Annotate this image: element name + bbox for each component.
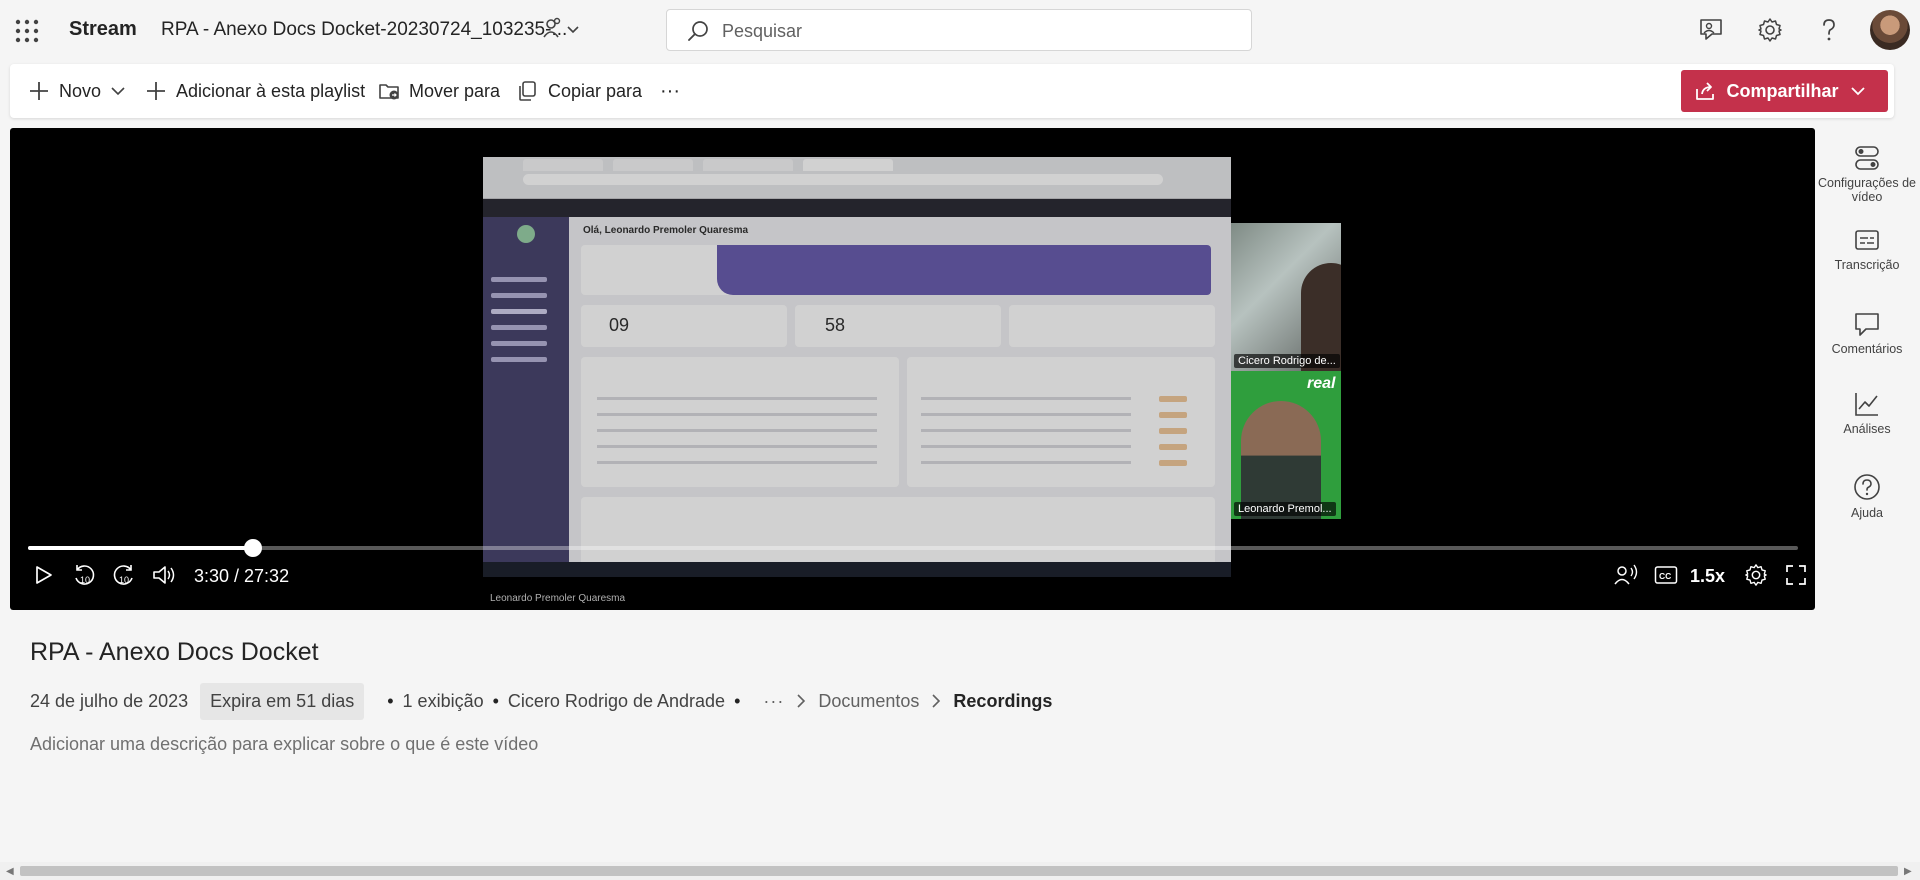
share-button[interactable]: Compartilhar [1681,70,1888,112]
shared-screen-frame: Olá, Leonardo Premoler Quaresma 09 58 [483,157,1231,577]
plus-icon [147,82,165,100]
rail-label: Transcrição [1834,258,1900,272]
rail-help[interactable]: Ajuda [1818,472,1916,520]
top-bar: Stream RPA - Anexo Docs Docket-20230724_… [0,0,1920,60]
volume-icon [153,566,175,584]
feedback-icon[interactable] [1698,17,1724,43]
author-name[interactable]: Cicero Rodrigo de Andrade [508,691,725,712]
chevron-right-icon [931,693,941,709]
search-icon [687,20,709,42]
add-to-playlist-label: Adicionar à esta playlist [176,80,366,101]
share-button-label: Compartilhar [1726,80,1839,101]
scroll-right-arrow[interactable]: ▶ [1904,866,1912,877]
scrollbar-thumb[interactable] [20,866,1898,876]
svg-text:CC: CC [1659,571,1671,581]
app-name[interactable]: Stream [69,18,137,41]
app-launcher-icon[interactable] [13,18,41,44]
help-icon [1854,474,1880,500]
captions-button[interactable]: CC [1650,560,1682,590]
speaker-icon [1614,564,1638,585]
play-icon [36,566,52,584]
video-metadata: 24 de julho de 2023 Expira em 51 dias • … [30,682,1052,720]
new-button-label: Novo [59,80,102,101]
breadcrumb-recordings[interactable]: Recordings [953,691,1052,712]
participant-name: Cicero Rodrigo de... [1234,354,1340,368]
rail-label: Ajuda [1851,506,1883,520]
closed-captions-icon: CC [1654,566,1678,584]
separator-dot: • [387,690,394,711]
rail-transcript[interactable]: Transcrição [1818,228,1916,272]
sharing-people-icon[interactable] [542,17,582,41]
move-to-label: Mover para [409,80,501,101]
analytics-icon [1855,393,1878,416]
breadcrumb-documents[interactable]: Documentos [818,691,919,712]
horizontal-scrollbar[interactable]: ◀ ▶ [0,862,1920,880]
command-bar: Novo Adicionar à esta playlist Mover par… [10,64,1894,118]
share-icon [1696,82,1715,100]
more-options-button[interactable]: ··· [660,64,680,118]
comment-icon [1855,313,1879,336]
copy-icon [519,81,536,101]
player-settings-button[interactable] [1740,560,1772,590]
rail-comments[interactable]: Comentários [1818,310,1916,356]
chevron-down-icon [111,87,125,96]
progress-played [28,546,253,550]
rail-analytics[interactable]: Análises [1818,390,1916,436]
search-input[interactable] [722,19,1222,43]
fullscreen-icon [1786,565,1806,585]
speaker-detect-button[interactable] [1610,560,1642,590]
chevron-down-icon [1850,87,1865,96]
description-placeholder[interactable]: Adicionar uma descrição para explicar so… [30,734,538,755]
view-count: 1 exibição [402,690,484,711]
user-avatar[interactable] [1870,10,1910,50]
copy-to-button[interactable]: Copiar para [517,64,642,118]
progress-thumb[interactable] [243,539,262,557]
breadcrumb-more-button[interactable]: ··· [763,691,784,712]
video-player[interactable]: Olá, Leonardo Premoler Quaresma 09 58 Ci… [10,128,1815,610]
forward-10-icon: 10 [113,565,133,585]
rail-label: Configurações de vídeo [1818,176,1916,204]
folder-move-icon [379,84,399,100]
settings-toggle-icon [1855,146,1879,170]
rail-video-settings[interactable]: Configurações de vídeo [1818,144,1916,204]
document-title: RPA - Anexo Docs Docket-20230724_103235-… [161,19,568,40]
progress-bar[interactable] [28,539,1798,557]
new-button[interactable]: Novo [28,64,134,118]
fullscreen-button[interactable] [1780,560,1812,590]
gear-icon [1745,564,1767,586]
video-title: RPA - Anexo Docs Docket [30,638,319,666]
separator-dot: • [734,690,741,711]
svg-text:10: 10 [80,575,90,585]
help-question-icon[interactable] [1816,17,1842,43]
expiry-badge[interactable]: Expira em 51 dias [200,682,365,720]
move-to-button[interactable]: Mover para [378,64,500,118]
participant-video-2: real Leonardo Premol... [1231,371,1341,519]
play-button[interactable] [28,560,58,590]
separator-dot: • [492,690,499,711]
svg-text:10: 10 [119,575,129,585]
add-to-playlist-button[interactable]: Adicionar à esta playlist [145,64,365,118]
search-box[interactable] [666,9,1252,51]
settings-gear-icon[interactable] [1757,17,1783,43]
transcript-icon [1855,230,1879,250]
scroll-left-arrow[interactable]: ◀ [6,866,14,877]
participant-video-1: Cicero Rodrigo de... [1231,223,1341,371]
rewind-10-button[interactable]: 10 [68,560,100,590]
upload-date: 24 de julho de 2023 [30,690,189,711]
time-display: 3:30 / 27:32 [194,566,290,586]
forward-10-button[interactable]: 10 [108,560,140,590]
volume-button[interactable] [148,560,180,590]
plus-icon [30,82,48,100]
presenter-caption: Leonardo Premoler Quaresma [490,593,626,604]
copy-to-label: Copiar para [548,80,643,101]
chevron-right-icon [796,693,806,709]
participant-name: Leonardo Premol... [1234,502,1336,516]
rail-label: Comentários [1831,342,1903,356]
rail-label: Análises [1843,422,1891,436]
rewind-10-icon: 10 [75,565,95,585]
playback-speed-button[interactable]: 1.5x [1690,566,1725,587]
